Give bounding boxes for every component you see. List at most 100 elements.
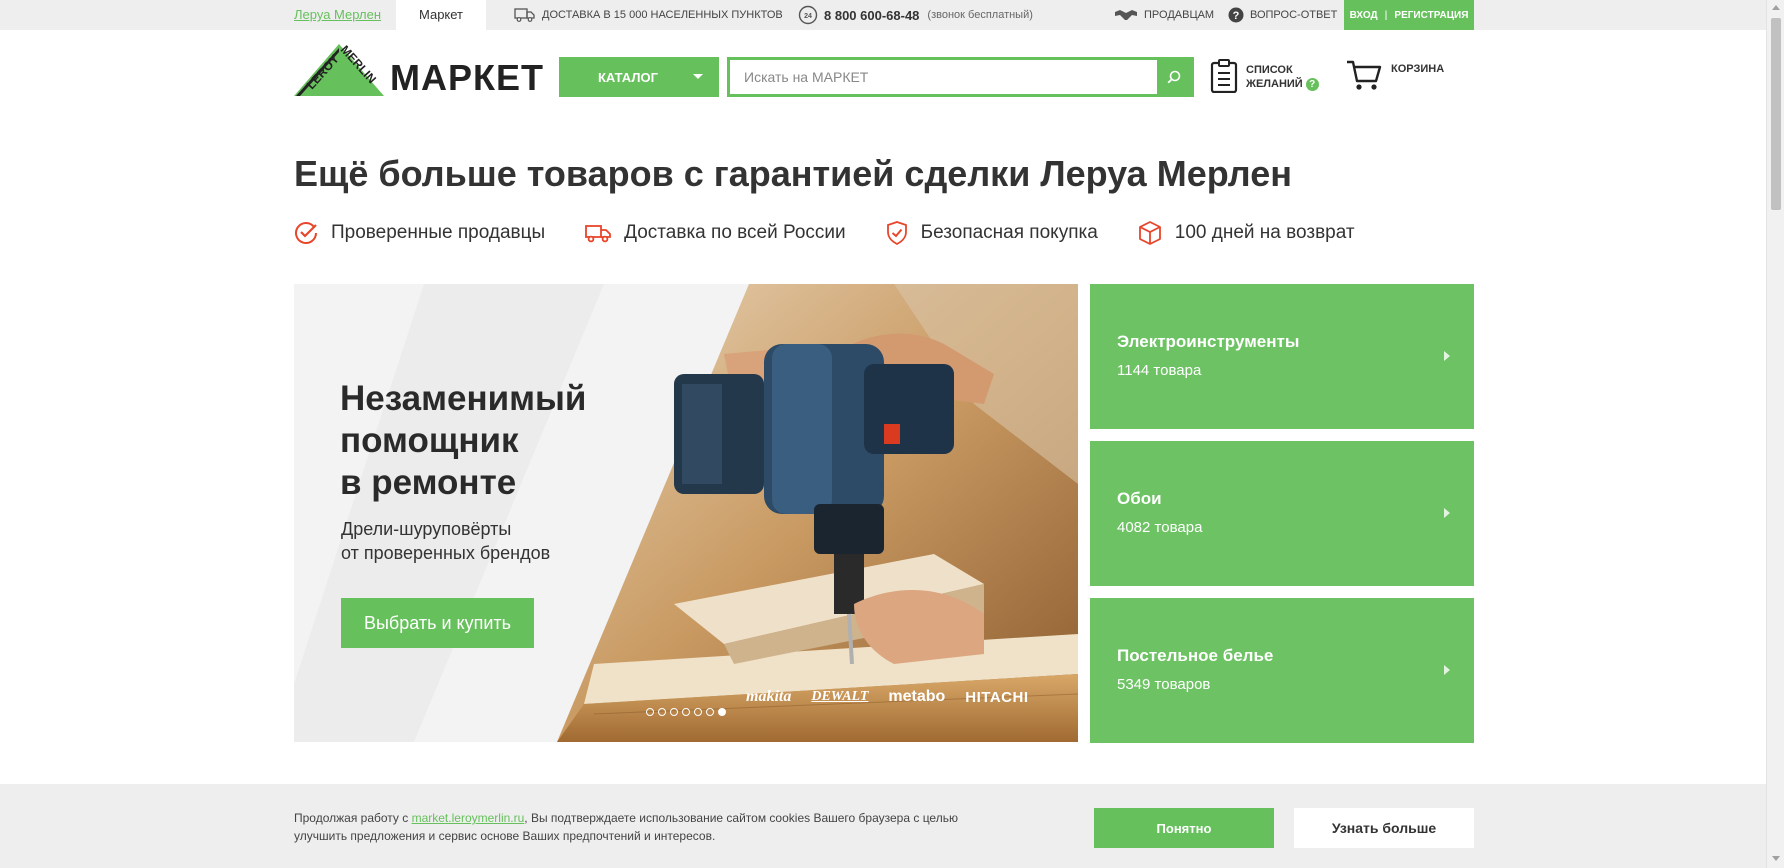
- category-title: Электроинструменты: [1117, 332, 1300, 351]
- feature-label: Проверенные продавцы: [331, 222, 546, 243]
- banner-title: Незаменимый помощник в ремонте: [340, 378, 660, 504]
- banner-subtitle-line: Дрели-шуруповёрты: [341, 519, 512, 539]
- feature-delivery: Доставка по всей России: [585, 222, 846, 244]
- top-bar-inner: Леруа Мерлен Маркет ДОСТАВКА В 15 000 НА…: [294, 0, 1474, 30]
- top-bar: Леруа Мерлен Маркет ДОСТАВКА В 15 000 НА…: [0, 0, 1766, 30]
- feature-label: Доставка по всей России: [624, 222, 846, 243]
- scrollbar-thumb[interactable]: [1771, 18, 1781, 210]
- banner-drill-image: [294, 284, 1078, 742]
- carousel-dots: [646, 708, 730, 716]
- category-count: 5349 товаров: [1117, 676, 1211, 693]
- catalog-label: КАТАЛОГ: [598, 69, 658, 85]
- phone-info[interactable]: 24 8 800 600-68-48 (звонок бесплатный): [798, 0, 1033, 30]
- scroll-down-arrow-icon[interactable]: [1772, 856, 1780, 861]
- banner-buy-button[interactable]: Выбрать и купить: [341, 598, 534, 648]
- phone-number: 8 800 600-68-48: [824, 7, 920, 23]
- handshake-icon: [1115, 10, 1137, 20]
- phone-note: (звонок бесплатный): [927, 9, 1033, 21]
- svg-text:?: ?: [1233, 10, 1240, 22]
- wishlist-line-2: ЖЕЛАНИЙ: [1246, 78, 1303, 90]
- category-count: 4082 товара: [1117, 519, 1203, 536]
- sellers-label: ПРОДАВЦАМ: [1144, 9, 1215, 21]
- category-count: 1144 товара: [1117, 362, 1202, 379]
- auth-block: ВХОД | РЕГИСТРАЦИЯ: [1344, 0, 1474, 30]
- auth-separator: |: [1384, 9, 1388, 21]
- phone-24-icon: 24: [798, 5, 818, 25]
- carousel-dot[interactable]: [706, 708, 714, 716]
- help-icon[interactable]: ?: [1305, 77, 1319, 91]
- register-link[interactable]: РЕГИСТРАЦИЯ: [1394, 10, 1468, 21]
- tab-leroy-merlin[interactable]: Леруа Мерлен: [294, 0, 381, 30]
- brand-logos: makita DEWALT metabo HITACHI: [746, 684, 1049, 710]
- chevron-right-icon: [1444, 665, 1450, 675]
- cart-link[interactable]: КОРЗИНА: [1346, 57, 1456, 97]
- feature-safe-purchase: Безопасная покупка: [886, 221, 1098, 245]
- chevron-down-icon: [693, 74, 703, 79]
- wishlist-link[interactable]: СПИСОК ЖЕЛАНИЙ?: [1210, 57, 1330, 97]
- check-circle-icon: [295, 222, 317, 244]
- chevron-right-icon: [1444, 508, 1450, 518]
- carousel-dot[interactable]: [646, 708, 654, 716]
- category-card-wallpaper[interactable]: Обои 4082 товара: [1090, 441, 1474, 586]
- banner-title-line: Незаменимый: [340, 379, 587, 418]
- carousel-dot[interactable]: [658, 708, 666, 716]
- leroy-merlin-logo[interactable]: LEROY MERLIN МАРКЕТ: [294, 42, 544, 98]
- search-button[interactable]: [1157, 60, 1191, 94]
- page-scrollbar[interactable]: [1766, 0, 1784, 868]
- category-card-bedding[interactable]: Постельное белье 5349 товаров: [1090, 598, 1474, 743]
- features-row: Проверенные продавцы Доставка по всей Ро…: [294, 218, 1395, 248]
- cookie-accept-button[interactable]: Понятно: [1094, 808, 1274, 848]
- delivery-info[interactable]: ДОСТАВКА В 15 000 НАСЕЛЕННЫХ ПУНКТОВ: [514, 0, 783, 30]
- banner-subtitle: Дрели-шуруповёрты от проверенных брендов: [341, 517, 601, 565]
- banner-subtitle-line: от проверенных брендов: [341, 543, 551, 563]
- cookie-learn-more-button[interactable]: Узнать больше: [1294, 808, 1474, 848]
- box-icon: [1138, 221, 1161, 245]
- feature-label: Безопасная покупка: [920, 222, 1098, 243]
- login-link[interactable]: ВХОД: [1350, 10, 1378, 21]
- page-title: Ещё больше товаров с гарантией сделки Ле…: [294, 153, 1292, 194]
- banner-title-line: в ремонте: [340, 463, 517, 502]
- brand-makita-logo: makita: [746, 688, 792, 705]
- feature-return: 100 дней на возврат: [1138, 221, 1355, 245]
- sellers-link[interactable]: ПРОДАВЦАМ: [1114, 0, 1214, 30]
- truck-icon: [585, 225, 612, 243]
- question-icon: ?: [1228, 7, 1244, 23]
- promo-banner[interactable]: Незаменимый помощник в ремонте Дрели-шур…: [294, 284, 1078, 742]
- truck-icon: [514, 8, 535, 22]
- faq-label: ВОПРОС-ОТВЕТ: [1250, 9, 1338, 21]
- carousel-dot[interactable]: [682, 708, 690, 716]
- phone-24-label: 24: [804, 13, 812, 20]
- shield-check-icon: [886, 221, 907, 245]
- brand-dewalt-logo: DEWALT: [811, 689, 869, 704]
- cookie-banner: Продолжая работу с market.leroymerlin.ru…: [0, 784, 1766, 868]
- carousel-dot[interactable]: [694, 708, 702, 716]
- brand-hitachi-logo: HITACHI: [965, 688, 1029, 706]
- cart-icon: [1347, 60, 1382, 90]
- cookie-message: Продолжая работу с market.leroymerlin.ru…: [294, 809, 1014, 845]
- search-input[interactable]: [730, 60, 1160, 94]
- feature-verified-sellers: Проверенные продавцы: [294, 221, 545, 245]
- banner-title-line: помощник: [340, 421, 519, 460]
- wishlist-line-1: СПИСОК: [1246, 64, 1293, 76]
- wishlist-label: СПИСОК ЖЕЛАНИЙ?: [1246, 63, 1319, 91]
- scroll-up-arrow-icon[interactable]: [1772, 5, 1780, 10]
- cookie-site-link[interactable]: market.leroymerlin.ru: [412, 811, 525, 825]
- search-box: [727, 57, 1194, 97]
- cookie-text-before: Продолжая работу с: [294, 811, 412, 825]
- logo-triangle-icon: LEROY MERLIN: [294, 43, 384, 96]
- feature-label: 100 дней на возврат: [1174, 222, 1355, 243]
- delivery-label: ДОСТАВКА В 15 000 НАСЕЛЕННЫХ ПУНКТОВ: [542, 9, 783, 21]
- cart-label: КОРЗИНА: [1391, 63, 1445, 75]
- category-title: Постельное белье: [1117, 646, 1274, 665]
- chevron-right-icon: [1444, 351, 1450, 361]
- category-title: Обои: [1117, 489, 1162, 508]
- carousel-dot[interactable]: [670, 708, 678, 716]
- category-card-power-tools[interactable]: Электроинструменты 1144 товара: [1090, 284, 1474, 429]
- tab-market[interactable]: Маркет: [396, 0, 486, 30]
- logo-market-text: МАРКЕТ: [390, 57, 544, 98]
- search-icon: [1167, 70, 1181, 84]
- clipboard-list-icon: [1210, 59, 1238, 93]
- carousel-dot-active[interactable]: [718, 708, 726, 716]
- catalog-button[interactable]: КАТАЛОГ: [559, 57, 719, 97]
- faq-link[interactable]: ? ВОПРОС-ОТВЕТ: [1228, 0, 1337, 30]
